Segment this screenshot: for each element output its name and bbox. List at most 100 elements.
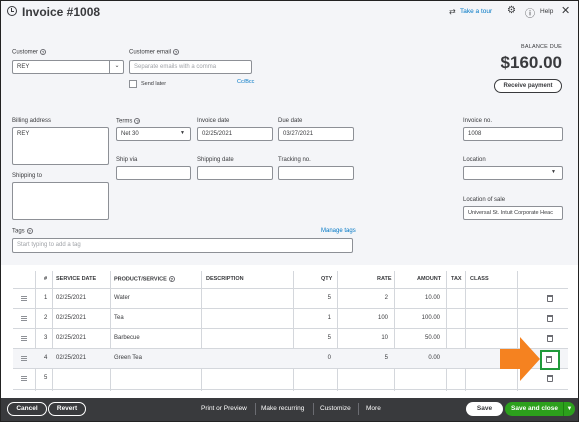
balance-due-amount: $160.00 <box>500 53 562 72</box>
row-number: 1 <box>44 295 48 301</box>
service-date-cell[interactable]: 02/25/2021 <box>56 355 86 361</box>
footer-bar: Cancel Revert Print or Preview Make recu… <box>1 398 578 421</box>
make-recurring-link[interactable]: Make recurring <box>261 405 304 412</box>
invoice-no-input[interactable]: 1008 <box>463 127 563 141</box>
shipping-date-input[interactable] <box>197 166 273 180</box>
cc-bcc-link[interactable]: Cc/Bcc <box>237 79 254 85</box>
qty-cell[interactable]: 1 <box>328 315 331 321</box>
send-later-checkbox[interactable] <box>129 80 137 88</box>
help-icon[interactable]: ⓘ <box>525 5 535 20</box>
save-and-close-button[interactable]: Save and close ▼ <box>505 402 575 416</box>
history-icon[interactable] <box>7 6 17 16</box>
customer-email-input[interactable]: Separate emails with a comma <box>129 60 252 74</box>
col-class: CLASS <box>470 276 489 282</box>
amount-cell[interactable]: 50.00 <box>425 335 440 341</box>
col-tax: TAX <box>451 276 462 282</box>
amount-cell[interactable]: 100.00 <box>422 315 440 321</box>
product-cell[interactable]: Water <box>114 295 130 301</box>
billing-address-input[interactable]: REY <box>12 127 109 165</box>
caret-down-icon[interactable]: ▼ <box>563 402 575 416</box>
col-qty: QTY <box>321 276 333 282</box>
print-preview-link[interactable]: Print or Preview <box>201 405 247 412</box>
amount-cell[interactable]: 10.00 <box>425 295 440 301</box>
tracking-no-label: Tracking no. <box>278 157 311 163</box>
rate-cell[interactable]: 5 <box>385 355 388 361</box>
more-link[interactable]: More <box>366 405 381 412</box>
qty-cell[interactable]: 0 <box>328 355 331 361</box>
location-label: Location <box>463 157 486 163</box>
table-row[interactable]: 5 <box>13 368 568 390</box>
col-rate: RATE <box>377 276 392 282</box>
trash-icon[interactable] <box>547 295 553 302</box>
balance-due-label: BALANCE DUE <box>520 44 562 50</box>
manage-tags-link[interactable]: Manage tags <box>321 228 356 234</box>
revert-button[interactable]: Revert <box>48 402 86 416</box>
service-date-cell[interactable]: 02/25/2021 <box>56 315 86 321</box>
highlighted-delete-button[interactable] <box>540 350 560 370</box>
location-select[interactable] <box>463 166 563 180</box>
row-number: 3 <box>44 335 48 341</box>
trash-icon[interactable] <box>547 375 553 382</box>
customize-link[interactable]: Customize <box>320 405 351 412</box>
table-row[interactable]: 2 02/25/2021 Tea 1 100 100.00 <box>13 308 568 328</box>
drag-handle-icon[interactable] <box>21 376 27 381</box>
orange-arrow-pointer <box>500 337 540 381</box>
table-row[interactable]: 1 02/25/2021 Water 5 2 10.00 <box>13 288 568 308</box>
tags-input[interactable]: Start typing to add a tag <box>12 238 353 253</box>
trash-icon[interactable] <box>547 335 553 342</box>
tracking-no-input[interactable] <box>278 166 354 180</box>
table-row[interactable]: 4 02/25/2021 Green Tea 0 5 0.00 <box>13 348 568 368</box>
location-of-sale-label: Location of sale <box>463 197 506 203</box>
row-number: 5 <box>44 375 48 381</box>
shipping-to-input[interactable] <box>12 182 109 220</box>
service-date-cell[interactable]: 02/25/2021 <box>56 295 86 301</box>
help-icon: ? <box>173 49 180 55</box>
drag-handle-icon[interactable] <box>21 296 27 301</box>
receive-payment-button[interactable]: Receive payment <box>494 79 562 93</box>
help-link[interactable]: Help <box>540 8 553 15</box>
trash-icon[interactable] <box>547 315 553 322</box>
due-date-input[interactable]: 03/27/2021 <box>278 127 354 141</box>
service-date-cell[interactable]: 02/25/2021 <box>56 335 86 341</box>
help-icon: ? <box>26 228 33 234</box>
ship-via-input[interactable] <box>116 166 191 180</box>
qty-cell[interactable]: 5 <box>328 335 331 341</box>
invoice-date-input[interactable]: 02/25/2021 <box>197 127 273 141</box>
billing-address-label: Billing address <box>12 118 52 124</box>
caret-down-icon[interactable]: ▼ <box>551 169 556 175</box>
drag-handle-icon[interactable] <box>21 356 27 361</box>
cancel-button[interactable]: Cancel <box>7 402 47 416</box>
save-button[interactable]: Save <box>466 402 503 416</box>
tour-icon[interactable]: ⇄ <box>449 7 456 16</box>
caret-down-icon[interactable]: ▼ <box>180 130 185 136</box>
col-description: DESCRIPTION <box>206 276 244 282</box>
customer-label: Customer? <box>12 49 47 56</box>
rate-cell[interactable]: 2 <box>385 295 388 301</box>
qty-cell[interactable]: 5 <box>328 295 331 301</box>
help-icon: ? <box>134 118 141 124</box>
help-icon: ? <box>40 49 47 55</box>
amount-cell[interactable]: 0.00 <box>428 355 440 361</box>
trash-icon[interactable] <box>546 356 552 363</box>
product-cell[interactable]: Barbecue <box>114 335 140 341</box>
invoice-date-label: Invoice date <box>197 118 230 124</box>
gear-icon[interactable]: ⚙ <box>507 5 516 16</box>
product-cell[interactable]: Tea <box>114 315 124 321</box>
close-icon[interactable]: ✕ <box>561 4 570 17</box>
drag-handle-icon[interactable] <box>21 316 27 321</box>
row-number: 4 <box>44 355 48 361</box>
rate-cell[interactable]: 100 <box>378 315 388 321</box>
terms-label: Terms? <box>116 118 141 125</box>
table-row[interactable]: 3 02/25/2021 Barbecue 5 10 50.00 <box>13 328 568 348</box>
invoice-no-label: Invoice no. <box>463 118 493 124</box>
product-cell[interactable]: Green Tea <box>114 355 142 361</box>
drag-handle-icon[interactable] <box>21 336 27 341</box>
location-of-sale-input[interactable]: Universal St. Intuit Corporate Heac <box>463 206 563 220</box>
rate-cell[interactable]: 10 <box>381 335 388 341</box>
take-a-tour-link[interactable]: Take a tour <box>460 8 492 15</box>
chevron-down-icon[interactable]: ⌄ <box>109 60 124 74</box>
col-service-date: SERVICE DATE <box>56 276 97 282</box>
customer-select[interactable]: REY <box>12 60 124 74</box>
col-product-service: PRODUCT/SERVICE? <box>114 276 175 283</box>
invoice-header: Invoice #1008 ⇄ Take a tour ⚙ ⓘ Help ✕ <box>1 1 578 23</box>
